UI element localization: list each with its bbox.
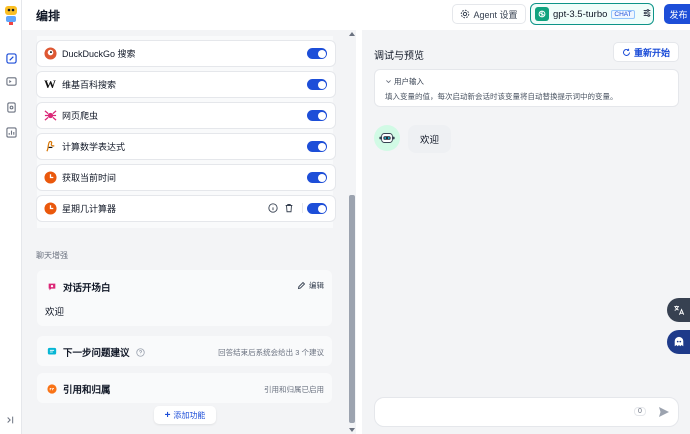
tool-item[interactable]: DuckDuckGo 搜索 bbox=[36, 40, 336, 67]
char-count: 0 bbox=[634, 407, 646, 416]
publish-label: 发布 bbox=[669, 9, 688, 20]
send-icon[interactable] bbox=[658, 406, 670, 420]
tool-label: 计算数学表达式 bbox=[62, 142, 126, 152]
collapse-sidebar-icon[interactable] bbox=[3, 412, 19, 428]
app-logo-icon[interactable] bbox=[2, 4, 20, 26]
tool-toggle[interactable] bbox=[307, 79, 327, 90]
suggestions-title: 下一步问题建议 bbox=[63, 348, 130, 359]
preview-panel: 调试与预览 重新开始 用户输入 填入变量的值，每次启动新会话时该变量将自动替换提… bbox=[362, 30, 690, 434]
agent-settings-label: Agent 设置 bbox=[473, 9, 518, 20]
chevron-down-icon[interactable] bbox=[385, 78, 392, 85]
citation-icon bbox=[47, 384, 57, 394]
model-name: gpt-3.5-turbo bbox=[553, 8, 608, 20]
duckduckgo-icon bbox=[43, 47, 57, 61]
left-rail bbox=[0, 0, 22, 434]
bot-message: 欢迎 bbox=[408, 125, 452, 153]
gear-icon bbox=[461, 9, 470, 19]
scroll-up-icon[interactable] bbox=[349, 32, 355, 36]
tool-item[interactable]: W 维基百科搜索 bbox=[36, 71, 336, 98]
openai-icon bbox=[535, 7, 549, 21]
config-scrollbar[interactable] bbox=[348, 30, 356, 434]
restart-button[interactable]: 重新开始 bbox=[613, 42, 679, 62]
model-mode-badge: CHAT bbox=[611, 9, 635, 19]
model-selector[interactable]: gpt-3.5-turbo CHAT bbox=[530, 3, 654, 25]
info-icon[interactable] bbox=[268, 203, 278, 213]
citation-card: 引用和归属 引用和归属已启用 bbox=[37, 373, 332, 403]
user-inputs-card[interactable]: 用户输入 填入变量的值，每次启动新会话时该变量将自动替换提示词中的变量。 bbox=[374, 69, 679, 107]
tool-toggle[interactable] bbox=[307, 141, 327, 152]
assistant-float-button[interactable] bbox=[667, 330, 690, 354]
suggestion-icon bbox=[47, 347, 57, 355]
opener-title: 对话开场白 bbox=[63, 283, 111, 294]
math-icon bbox=[43, 140, 57, 154]
tool-actions bbox=[268, 203, 303, 213]
add-feature-button[interactable]: + 添加功能 bbox=[154, 406, 216, 424]
tool-toggle[interactable] bbox=[307, 203, 327, 214]
tool-item[interactable]: 网页爬虫 bbox=[36, 102, 336, 129]
restart-label: 重新开始 bbox=[633, 47, 670, 58]
chat-enhance-label: 聊天增强 bbox=[36, 251, 68, 260]
suggestions-card: 下一步问题建议 回答结束后系统会给出 3 个建议 bbox=[37, 336, 332, 366]
translate-icon bbox=[673, 305, 684, 315]
plus-icon: + bbox=[164, 409, 171, 421]
tool-toggle[interactable] bbox=[307, 172, 327, 183]
tool-label: 维基百科搜索 bbox=[62, 80, 117, 90]
tool-toggle[interactable] bbox=[307, 110, 327, 121]
clock-icon bbox=[43, 171, 57, 185]
spider-icon bbox=[43, 109, 57, 123]
opener-card: 对话开场白 编辑 欢迎 bbox=[37, 270, 332, 326]
user-inputs-desc: 填入变量的值，每次启动新会话时该变量将自动替换提示词中的变量。 bbox=[385, 92, 618, 101]
chat-bubble-icon bbox=[48, 283, 56, 291]
translate-float-button[interactable] bbox=[667, 298, 690, 322]
config-panel: DuckDuckGo 搜索 W 维基百科搜索 网页爬虫 计算数学表达式 获取当前… bbox=[22, 30, 348, 434]
scrollbar-thumb[interactable] bbox=[349, 195, 355, 423]
chat-input[interactable] bbox=[383, 404, 623, 422]
agent-settings-button[interactable]: Agent 设置 bbox=[452, 4, 526, 24]
orchestrate-nav-icon[interactable] bbox=[3, 50, 19, 66]
citation-title: 引用和归属 bbox=[63, 385, 111, 396]
preview-title: 调试与预览 bbox=[374, 51, 424, 62]
page-title: 编排 bbox=[36, 9, 61, 23]
robot-icon bbox=[379, 133, 395, 143]
refresh-icon bbox=[623, 48, 630, 56]
chat-input-box[interactable]: 0 bbox=[374, 397, 679, 427]
user-inputs-title: 用户输入 bbox=[394, 77, 424, 86]
tool-label: 星期几计算器 bbox=[62, 204, 117, 214]
clock-icon bbox=[43, 202, 57, 216]
add-feature-label: 添加功能 bbox=[173, 410, 206, 420]
edit-opener-button[interactable]: 编辑 bbox=[297, 280, 324, 291]
bot-avatar bbox=[374, 125, 400, 151]
sliders-icon[interactable] bbox=[642, 8, 652, 20]
tool-item[interactable]: 星期几计算器 bbox=[36, 195, 336, 222]
tool-item[interactable]: 计算数学表达式 bbox=[36, 133, 336, 160]
publish-button[interactable]: 发布 bbox=[664, 4, 690, 24]
citation-desc: 引用和归属已启用 bbox=[264, 385, 324, 394]
tool-label: 网页爬虫 bbox=[62, 111, 99, 121]
top-header: 编排 Agent 设置 gpt-3.5-turbo CHAT 发布 bbox=[22, 0, 690, 30]
pencil-icon bbox=[297, 281, 306, 290]
tool-item[interactable]: 获取当前时间 bbox=[36, 164, 336, 191]
suggestions-desc: 回答结束后系统会给出 3 个建议 bbox=[218, 348, 324, 357]
opener-content: 欢迎 bbox=[45, 307, 65, 318]
wikipedia-icon: W bbox=[44, 77, 56, 91]
edit-label: 编辑 bbox=[309, 281, 324, 290]
tool-toggle[interactable] bbox=[307, 48, 327, 59]
divider bbox=[302, 203, 303, 213]
tool-label: DuckDuckGo 搜索 bbox=[62, 49, 136, 59]
scroll-down-icon[interactable] bbox=[349, 428, 355, 432]
tool-label: 获取当前时间 bbox=[62, 173, 117, 183]
help-icon[interactable] bbox=[135, 347, 145, 357]
monitor-nav-icon[interactable] bbox=[3, 124, 19, 140]
ghost-icon bbox=[674, 336, 683, 347]
api-nav-icon[interactable] bbox=[3, 73, 19, 89]
trash-icon[interactable] bbox=[284, 203, 294, 213]
logs-nav-icon[interactable] bbox=[3, 99, 19, 115]
